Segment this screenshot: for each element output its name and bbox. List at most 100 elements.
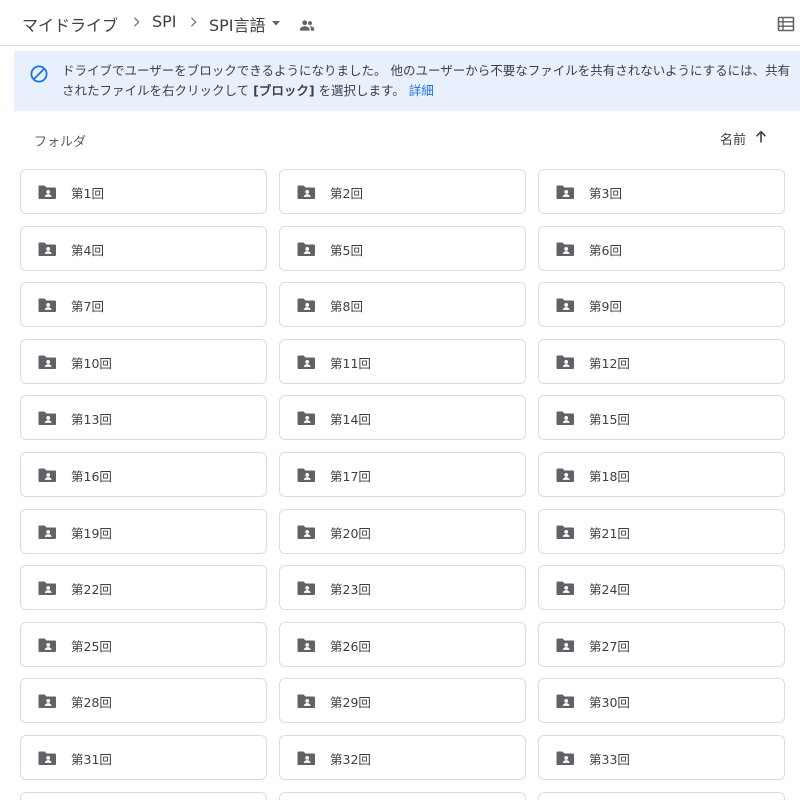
folder-card[interactable]: 第14回: [279, 395, 526, 441]
folder-card[interactable]: [538, 791, 785, 800]
shared-folder-icon: [296, 297, 316, 313]
folder-card[interactable]: 第31回: [20, 735, 267, 780]
banner-bold-label: [ブロック]: [253, 83, 315, 98]
shared-folder-icon: [555, 580, 575, 596]
folder-card[interactable]: 第16回: [20, 452, 267, 497]
shared-folder-icon: [296, 410, 316, 426]
folder-card[interactable]: 第24回: [538, 565, 785, 611]
folder-card[interactable]: 第32回: [279, 735, 526, 780]
folder-name: 第13回: [71, 412, 112, 428]
folder-name: 第14回: [330, 412, 371, 428]
folder-card[interactable]: 第17回: [279, 452, 526, 497]
folder-card[interactable]: 第7回: [20, 282, 267, 328]
folder-card[interactable]: 第19回: [20, 508, 267, 554]
chevron-right-icon: [186, 15, 200, 29]
shared-folder-icon: [555, 750, 575, 766]
folder-card[interactable]: 第30回: [538, 678, 785, 724]
folder-card[interactable]: 第26回: [279, 621, 526, 667]
folder-card[interactable]: 第5回: [279, 225, 526, 271]
folder-card[interactable]: 第12回: [538, 338, 785, 384]
list-view-icon[interactable]: [776, 14, 796, 34]
folder-name: 第3回: [589, 186, 622, 201]
shared-folder-icon: [296, 637, 316, 653]
folder-card[interactable]: 第23回: [279, 565, 526, 611]
folder-name: 第2回: [330, 186, 363, 201]
folder-card[interactable]: 第21回: [538, 508, 785, 554]
folder-name: 第8回: [330, 299, 363, 315]
folder-card[interactable]: 第22回: [20, 565, 267, 611]
folder-card[interactable]: 第11回: [279, 338, 526, 384]
shared-folder-icon: [555, 693, 575, 709]
folder-name: 第31回: [71, 752, 112, 767]
folder-name: 第11回: [330, 355, 371, 371]
folder-card[interactable]: 第27回: [538, 621, 785, 667]
breadcrumb-bar: マイドライブ SPI SPI言語: [0, 0, 800, 46]
shared-folder-icon: [37, 297, 57, 313]
shared-folder-icon: [555, 524, 575, 540]
folder-name: 第29回: [330, 695, 371, 711]
shared-folder-icon: [296, 184, 316, 200]
shared-folder-icon: [37, 750, 57, 766]
shared-folder-icon: [555, 241, 575, 257]
caret-down-icon[interactable]: [270, 17, 282, 29]
breadcrumb-spi[interactable]: SPI: [152, 12, 177, 31]
folder-name: 第1回: [71, 186, 104, 201]
shared-folder-icon: [296, 354, 316, 370]
shared-folder-icon: [37, 184, 57, 200]
folder-name: 第10回: [71, 355, 112, 371]
section-title: フォルダ: [34, 135, 87, 150]
sort-by-name-button[interactable]: 名前: [720, 129, 746, 148]
folder-card[interactable]: 第8回: [279, 282, 526, 328]
folder-name: 第7回: [71, 299, 104, 315]
shared-folder-icon: [37, 524, 57, 540]
folder-name: 第32回: [330, 752, 371, 767]
folder-name: 第23回: [330, 582, 371, 598]
folder-card[interactable]: 第25回: [20, 621, 267, 667]
folder-name: 第33回: [589, 752, 630, 767]
folder-card[interactable]: 第15回: [538, 395, 785, 441]
shared-folder-icon: [296, 467, 316, 483]
folder-name: 第15回: [589, 412, 630, 428]
folder-name: 第6回: [589, 242, 622, 258]
folder-card[interactable]: 第33回: [538, 735, 785, 780]
folder-card[interactable]: 第18回: [538, 452, 785, 497]
shared-folder-icon: [555, 467, 575, 483]
folder-card[interactable]: 第10回: [20, 338, 267, 384]
folder-card[interactable]: [279, 791, 526, 800]
banner-message: ドライブでユーザーをブロックできるようになりました。 他のユーザーから不要なファ…: [62, 61, 796, 101]
shared-folder-icon: [37, 637, 57, 653]
folder-card[interactable]: [20, 791, 267, 800]
shared-folder-icon: [37, 467, 57, 483]
shared-folder-icon: [555, 354, 575, 370]
breadcrumb-current-folder[interactable]: SPI言語: [209, 12, 266, 36]
folder-card[interactable]: 第29回: [279, 678, 526, 724]
folder-card[interactable]: 第13回: [20, 395, 267, 441]
shared-folder-icon: [296, 241, 316, 257]
folder-name: 第30回: [589, 695, 630, 711]
folder-card[interactable]: 第4回: [20, 225, 267, 271]
shared-folder-icon: [555, 410, 575, 426]
folder-card[interactable]: 第9回: [538, 282, 785, 328]
folder-card[interactable]: 第2回: [279, 169, 526, 214]
folder-name: 第26回: [330, 638, 371, 654]
learn-more-link[interactable]: 詳細: [409, 83, 434, 98]
shared-folder-icon: [37, 580, 57, 596]
folder-card[interactable]: 第6回: [538, 225, 785, 271]
shared-folder-icon: [555, 637, 575, 653]
folder-card[interactable]: 第1回: [20, 169, 267, 214]
folder-card[interactable]: 第28回: [20, 678, 267, 724]
folder-name: 第25回: [71, 638, 112, 654]
folder-name: 第4回: [71, 242, 104, 258]
shared-folder-icon: [37, 693, 57, 709]
folder-name: 第12回: [589, 355, 630, 371]
arrow-up-icon[interactable]: [753, 129, 769, 145]
shared-folder-icon: [555, 184, 575, 200]
shared-folder-icon: [296, 524, 316, 540]
shared-folder-icon: [37, 410, 57, 426]
folder-card[interactable]: 第3回: [538, 169, 785, 214]
breadcrumb-my-drive[interactable]: マイドライブ: [22, 12, 118, 36]
people-icon: [298, 16, 316, 34]
folder-card[interactable]: 第20回: [279, 508, 526, 554]
shared-folder-icon: [37, 354, 57, 370]
folder-name: 第18回: [589, 469, 630, 484]
